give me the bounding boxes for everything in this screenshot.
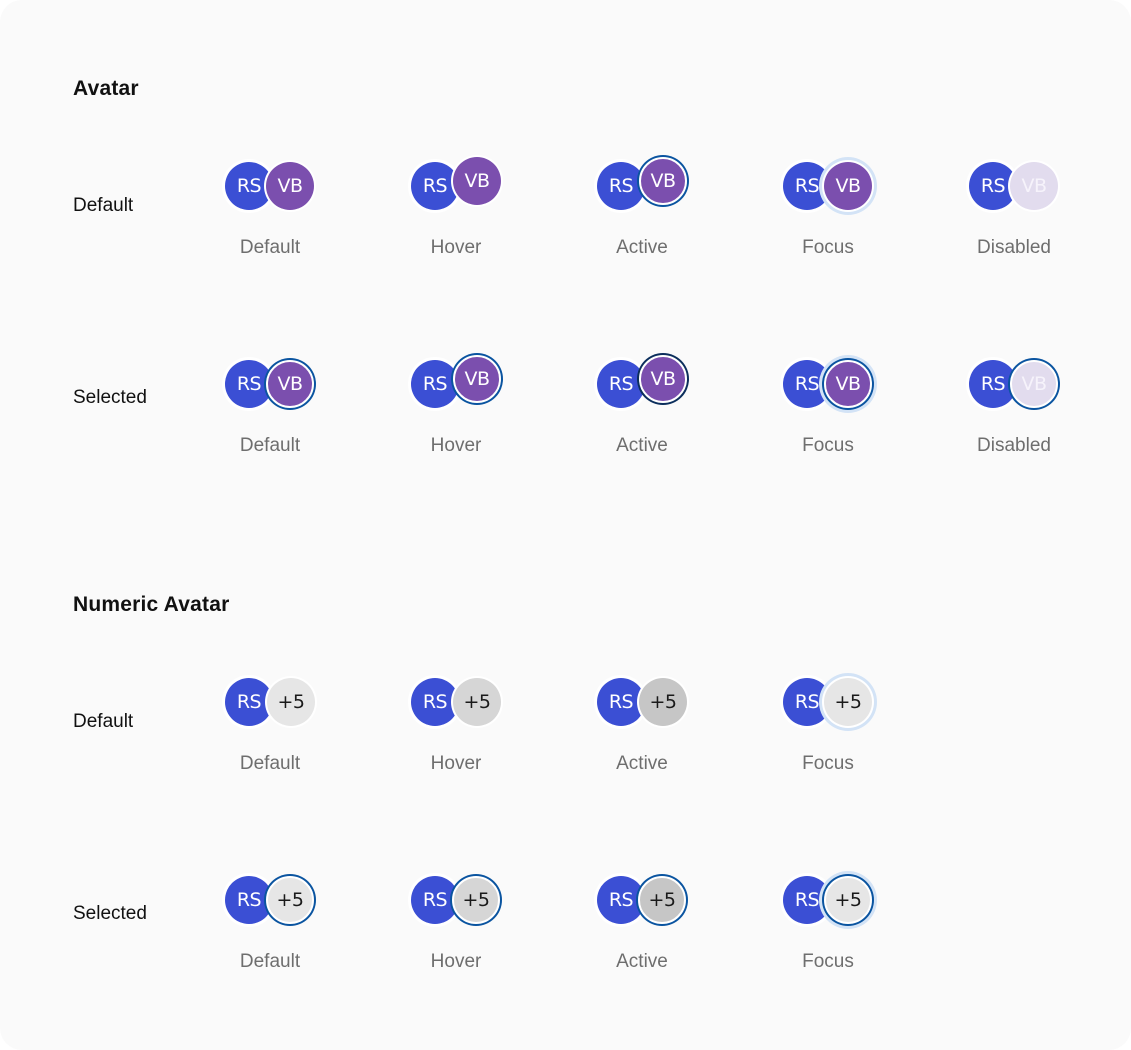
state-label: Active xyxy=(616,237,668,258)
avatar-group-selected-default[interactable]: RS VB Default xyxy=(210,360,330,482)
avatar-rs: RS xyxy=(597,678,645,726)
state-label: Default xyxy=(239,237,301,258)
state-label: Hover xyxy=(430,237,482,258)
avatar-group-focus[interactable]: RS VB Focus xyxy=(768,162,888,284)
component-sheet: Avatar Default Selected RS VB Default RS… xyxy=(0,0,1131,1050)
avatar-group-selected-focus[interactable]: RS VB Focus xyxy=(768,360,888,482)
avatar-group-default[interactable]: RS VB Default xyxy=(210,162,330,284)
overflow-count-avatar: +5 xyxy=(639,678,687,726)
avatar-vb: VB xyxy=(1010,162,1058,210)
numeric-group-focus[interactable]: RS +5 Focus xyxy=(768,678,888,800)
avatar-vb: VB xyxy=(824,162,872,210)
numeric-group-selected-active[interactable]: RS +5 Active xyxy=(582,876,702,998)
avatar-vb: VB xyxy=(453,355,501,403)
avatar-rs: RS xyxy=(597,360,645,408)
numeric-group-selected-hover[interactable]: RS +5 Hover xyxy=(396,876,516,998)
avatar-rs: RS xyxy=(411,360,459,408)
overflow-count-avatar: +5 xyxy=(267,678,315,726)
avatar-vb: VB xyxy=(639,157,687,205)
state-label: Focus xyxy=(802,237,854,258)
avatar-rs: RS xyxy=(597,162,645,210)
avatar-rs: RS xyxy=(225,678,273,726)
numeric-group-active[interactable]: RS +5 Active xyxy=(582,678,702,800)
state-label: Hover xyxy=(430,435,482,456)
row-label-numeric-selected: Selected xyxy=(73,903,147,924)
avatar-group-selected-active[interactable]: RS VB Active xyxy=(582,355,702,482)
overflow-count-avatar: +5 xyxy=(266,876,314,924)
avatar-group-selected-disabled: RS VB Disabled xyxy=(954,360,1074,482)
state-label: Default xyxy=(239,435,301,456)
section-title-avatar: Avatar xyxy=(73,77,139,100)
overflow-count-avatar: +5 xyxy=(453,678,501,726)
avatar-vb: VB xyxy=(266,360,314,408)
overflow-count-avatar: +5 xyxy=(824,678,872,726)
numeric-group-default[interactable]: RS +5 Default xyxy=(210,678,330,800)
state-label: Focus xyxy=(802,951,854,972)
state-label: Focus xyxy=(802,753,854,774)
row-label-avatar-selected: Selected xyxy=(73,387,147,408)
section-title-numeric-avatar: Numeric Avatar xyxy=(73,593,230,616)
row-label-avatar-default: Default xyxy=(73,195,134,216)
overflow-count-avatar: +5 xyxy=(638,876,686,924)
numeric-group-hover[interactable]: RS +5 Hover xyxy=(396,678,516,800)
state-label: Active xyxy=(616,753,668,774)
state-label: Hover xyxy=(430,753,482,774)
numeric-group-selected-focus[interactable]: RS +5 Focus xyxy=(768,876,888,998)
avatar-vb: VB xyxy=(639,355,687,403)
avatar-group-active[interactable]: RS VB Active xyxy=(582,157,702,284)
state-label: Default xyxy=(239,951,301,972)
avatar-rs: RS xyxy=(411,678,459,726)
avatar-vb: VB xyxy=(1010,360,1058,408)
state-label: Focus xyxy=(802,435,854,456)
overflow-count-avatar: +5 xyxy=(824,876,872,924)
numeric-group-selected-default[interactable]: RS +5 Default xyxy=(210,876,330,998)
row-label-numeric-default: Default xyxy=(73,711,134,732)
state-label: Hover xyxy=(430,951,482,972)
state-label: Active xyxy=(616,951,668,972)
state-label: Active xyxy=(616,435,668,456)
state-label: Disabled xyxy=(977,435,1051,456)
state-label: Default xyxy=(239,753,301,774)
avatar-group-hover[interactable]: RS VB Hover xyxy=(396,157,516,284)
avatar-vb: VB xyxy=(266,162,314,210)
avatar-rs: RS xyxy=(411,162,459,210)
avatar-group-selected-hover[interactable]: RS VB Hover xyxy=(396,355,516,482)
avatar-group-disabled: RS VB Disabled xyxy=(954,162,1074,284)
overflow-count-avatar: +5 xyxy=(452,876,500,924)
state-label: Disabled xyxy=(977,237,1051,258)
avatar-vb: VB xyxy=(453,157,501,205)
avatar-vb: VB xyxy=(824,360,872,408)
